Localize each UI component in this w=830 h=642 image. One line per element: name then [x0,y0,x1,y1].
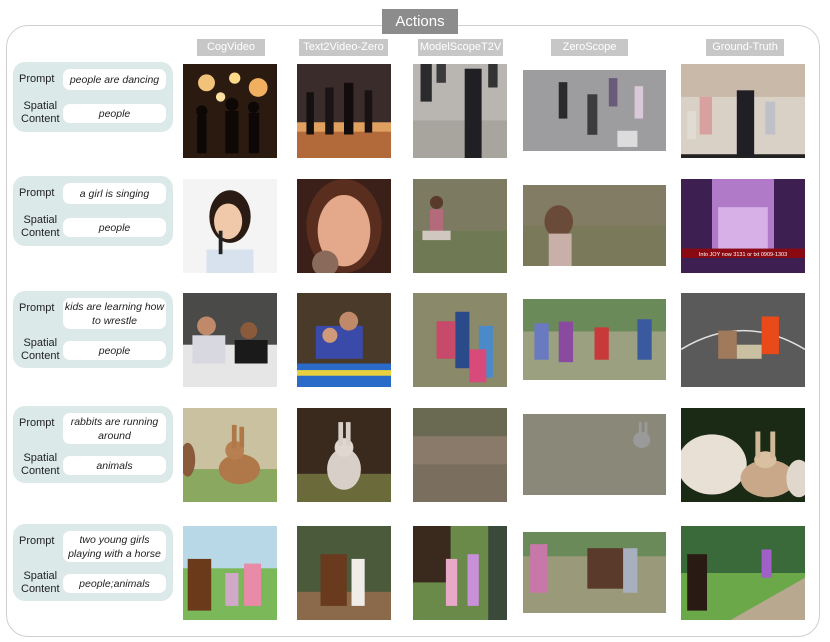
thumb-zeroscope-wrestle [523,299,666,380]
row-panel-rabbits: Prompt rabbits are running around Spatia… [13,406,173,483]
spatial-content-value: people [63,218,166,237]
row-panel-wrestle: Prompt kids are learning how to wrestle … [13,291,173,368]
thumb-cogvideo-horse [183,526,277,620]
thumb-cogvideo-singing [183,179,277,273]
prompt-text: two young girls playing with a horse [63,531,166,562]
row-panel-dancing: Prompt people are dancing Spatial Content… [13,62,173,132]
prompt-label: Prompt [19,535,55,547]
thumb-text2video-dancing [297,64,391,158]
prompt-label: Prompt [19,302,55,314]
thumb-groundtruth-dancing [681,64,805,158]
spatial-word: Spatial [23,214,58,226]
column-header-ground-truth: Ground-Truth [706,39,784,56]
thumb-text2video-wrestle [297,293,391,387]
overlay-caption: Into JOY now 3131 or txt 0909-1303 [698,252,788,258]
thumb-text2video-rabbits [297,408,391,502]
thumb-zeroscope-horse [523,532,666,613]
spatial-word: Spatial [23,337,58,349]
thumb-cogvideo-wrestle [183,293,277,387]
column-header-zeroscope: ZeroScope [551,39,628,56]
thumb-modelscope-wrestle [413,293,507,387]
thumb-text2video-horse [297,526,391,620]
thumb-groundtruth-wrestle [681,293,805,387]
thumb-modelscope-horse [413,526,507,620]
content-word: Content [21,583,60,595]
prompt-label: Prompt [19,73,55,85]
spatial-content-value: people [63,341,166,360]
column-header-modelscopet2v: ModelScopeT2V [418,39,503,56]
thumb-cogvideo-dancing [183,64,277,158]
column-header-text2video-zero: Text2Video-Zero [299,39,388,56]
thumb-cogvideo-rabbits [183,408,277,502]
spatial-content-label: Spatial Content [21,100,60,126]
thumb-zeroscope-dancing [523,70,666,151]
spatial-content-label: Spatial Content [21,337,60,363]
thumb-zeroscope-singing [523,185,666,266]
prompt-text: rabbits are running around [63,413,166,444]
spatial-content-value: people;animals [63,574,166,593]
prompt-text: a girl is singing [63,183,166,204]
spatial-content-value: animals [63,456,166,475]
spatial-word: Spatial [23,452,58,464]
thumb-modelscope-singing [413,179,507,273]
spatial-content-label: Spatial Content [21,214,60,240]
row-panel-horse: Prompt two young girls playing with a ho… [13,524,173,601]
content-word: Content [21,113,60,125]
spatial-word: Spatial [23,570,58,582]
content-word: Content [21,227,60,239]
spatial-word: Spatial [23,100,58,112]
spatial-content-label: Spatial Content [21,452,60,478]
prompt-label: Prompt [19,417,55,429]
figure-title: Actions [382,9,458,34]
prompt-text: kids are learning how to wrestle [63,298,166,329]
spatial-content-label: Spatial Content [21,570,60,596]
row-panel-singing: Prompt a girl is singing Spatial Content … [13,176,173,246]
spatial-content-value: people [63,104,166,123]
thumb-groundtruth-rabbits [681,408,805,502]
thumb-groundtruth-singing: Into JOY now 3131 or txt 0909-1303 [681,179,805,273]
content-word: Content [21,465,60,477]
column-header-cogvideo: CogVideo [197,39,265,56]
prompt-text: people are dancing [63,69,166,90]
thumb-text2video-singing [297,179,391,273]
thumb-modelscope-rabbits [413,408,507,502]
thumb-groundtruth-horse [681,526,805,620]
content-word: Content [21,350,60,362]
thumb-zeroscope-rabbits [523,414,666,495]
prompt-label: Prompt [19,187,55,199]
thumb-modelscope-dancing [413,64,507,158]
